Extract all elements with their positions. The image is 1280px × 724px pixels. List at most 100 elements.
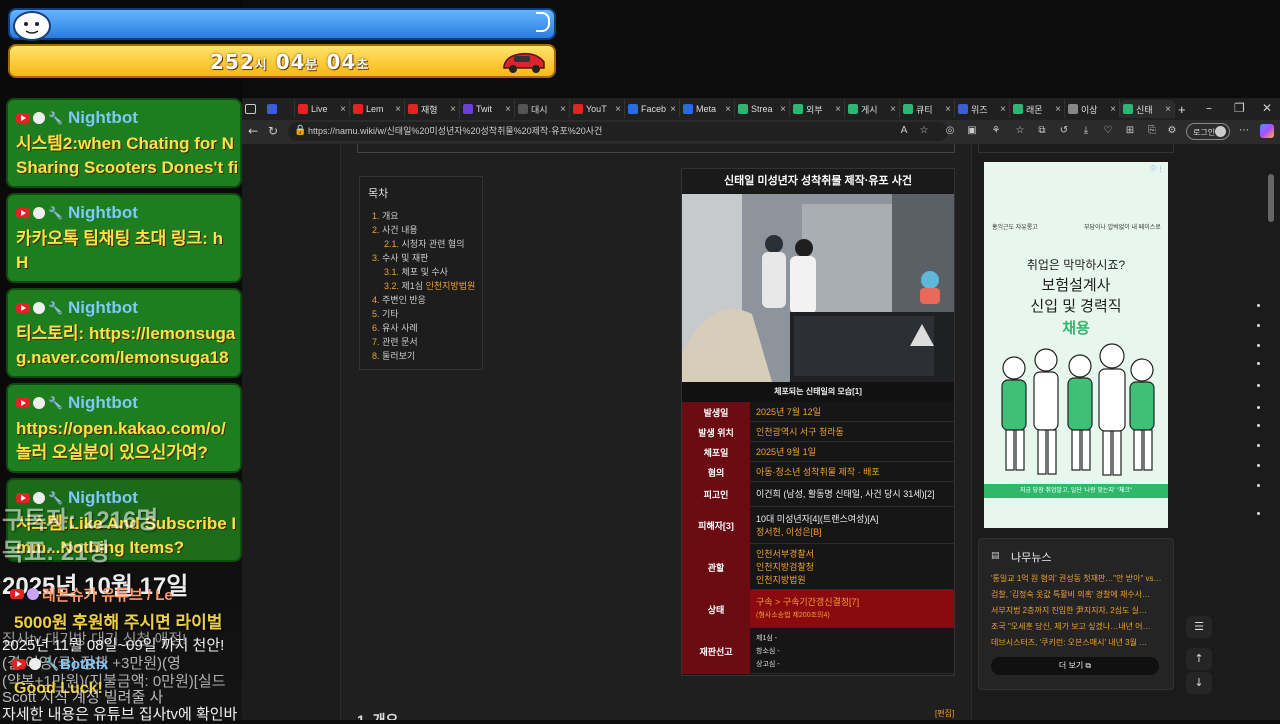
refresh-icon[interactable]: ↻ bbox=[268, 124, 278, 138]
toc-item[interactable]: 3.2. 제1심 인천지방법원 bbox=[384, 279, 475, 292]
tab-favicon-icon bbox=[353, 104, 363, 114]
scroll-up-icon[interactable]: ↑ bbox=[1186, 648, 1212, 670]
download-icon[interactable]: ⤓ bbox=[1080, 125, 1092, 137]
toc-item[interactable]: 1. 개요 bbox=[372, 209, 399, 222]
toc-list-icon[interactable]: ☰ bbox=[1186, 616, 1212, 638]
tab-close-icon[interactable]: × bbox=[340, 104, 346, 115]
apps-icon[interactable]: ⊞ bbox=[1124, 125, 1136, 137]
screenshot-icon[interactable]: ⎘ bbox=[1146, 125, 1158, 137]
tab-close-icon[interactable]: × bbox=[945, 104, 951, 115]
extension-icon[interactable]: ◎ bbox=[944, 125, 956, 137]
toc-item[interactable]: 2.1. 시청자 관련 혐의 bbox=[384, 237, 465, 250]
tab-close-icon[interactable]: × bbox=[1000, 104, 1006, 115]
infobox-value[interactable]: 제1심 - 항소심 - 상고심 - bbox=[756, 628, 952, 674]
infobox-value-line: 10대 미성년자[4](트랜스여성)[A] bbox=[756, 513, 879, 524]
toc-item[interactable]: 5. 기타 bbox=[372, 307, 399, 320]
toc-item[interactable]: 7. 관련 문서 bbox=[372, 335, 418, 348]
more-options-icon[interactable]: ⋯ bbox=[1238, 125, 1250, 137]
tab-close-icon[interactable]: × bbox=[615, 104, 621, 115]
toc-item[interactable]: 3.1. 체포 및 수사 bbox=[384, 265, 448, 278]
browser-tab[interactable]: YouT × bbox=[570, 100, 625, 118]
ad-cta[interactable]: 지금 당장 취업말고, 일단 '나랑 맞는지' "체크" bbox=[984, 484, 1168, 498]
tab-close-icon[interactable]: × bbox=[780, 104, 786, 115]
browser-tab[interactable]: 래몬 × bbox=[1010, 100, 1065, 118]
close-icon[interactable]: ✕ bbox=[1262, 101, 1272, 115]
browser-tab[interactable]: 외부 × bbox=[790, 100, 845, 118]
tab-close-icon[interactable]: × bbox=[890, 104, 896, 115]
puzzle-icon[interactable]: ▣ bbox=[966, 125, 978, 137]
lock-icon[interactable]: 🔒 bbox=[294, 125, 306, 137]
history-icon[interactable]: ↺ bbox=[1058, 125, 1070, 137]
toc-number: 5. bbox=[372, 309, 380, 319]
settings-icon[interactable]: ⚙ bbox=[1166, 125, 1178, 137]
ad-info-icon[interactable]: ⓘ ⋮ bbox=[1150, 164, 1164, 173]
infobox-value[interactable]: 아동·청소년 성착취물 제작 · 배포 bbox=[756, 462, 952, 482]
scroll-down-icon[interactable]: ↓ bbox=[1186, 672, 1212, 694]
collections-icon[interactable]: ⧉ bbox=[1036, 125, 1048, 137]
infobox-value[interactable]: 인천서부경찰서 인천지방검찰청 인천지방법원 bbox=[756, 544, 952, 590]
infobox-value[interactable]: 10대 미성년자[4](트랜스여성)[A] 정서현, 이성은[B] bbox=[756, 507, 952, 544]
infobox-value[interactable]: 인천광역시 서구 청라동 bbox=[756, 422, 952, 442]
browser-tab[interactable]: 재형 × bbox=[405, 100, 460, 118]
browser-tab[interactable]: 신태 × bbox=[1120, 100, 1175, 118]
tab-close-icon[interactable]: × bbox=[670, 104, 676, 115]
news-item[interactable]: 조국 "오세훈 당신, 제가 보고 싶겠나…내년 어… bbox=[991, 621, 1167, 632]
infobox-label: 발생 위치 bbox=[682, 422, 750, 442]
copilot-icon[interactable] bbox=[1260, 124, 1274, 138]
browser-tab[interactable]: Strea × bbox=[735, 100, 790, 118]
tab-actions-icon[interactable] bbox=[242, 100, 264, 118]
read-aloud-icon[interactable]: A bbox=[898, 125, 910, 137]
toc-item[interactable]: 8. 둘러보기 bbox=[372, 349, 415, 362]
translate-icon[interactable]: ⚘ bbox=[990, 125, 1002, 137]
infobox-value[interactable]: 2025년 7월 12일 bbox=[756, 402, 952, 422]
browser-tab[interactable]: Live × bbox=[295, 100, 350, 118]
infobox-value[interactable]: 2025년 9월 1일 bbox=[756, 442, 952, 462]
tab-close-icon[interactable]: × bbox=[1165, 104, 1171, 115]
tab-close-icon[interactable]: × bbox=[835, 104, 841, 115]
news-item[interactable]: 검찰, '김정숙 옷값 특활비 의혹' 경찰에 재수사… bbox=[991, 589, 1167, 600]
sync-icon[interactable]: ♡ bbox=[1102, 125, 1114, 137]
browser-tab[interactable]: Meta × bbox=[680, 100, 735, 118]
browser-tab[interactable]: Lem × bbox=[350, 100, 405, 118]
toc-item[interactable]: 6. 유사 사례 bbox=[372, 321, 418, 334]
login-button[interactable]: 로그인 bbox=[1186, 123, 1230, 140]
infobox-value[interactable]: 이건희 (남성, 활동명 신태일, 사건 당시 31세)[2] bbox=[756, 482, 952, 507]
toc-item[interactable]: 2. 사건 내용 bbox=[372, 223, 418, 236]
toc-link[interactable]: 인천지방법원 bbox=[426, 281, 476, 291]
browser-tab[interactable]: 대시 × bbox=[515, 100, 570, 118]
favorite-star-icon[interactable]: ☆ bbox=[918, 125, 930, 137]
chat-message: 🔧 Nightbot 카카오톡 팀채팅 초대 링크: h H bbox=[6, 193, 242, 283]
edit-link[interactable]: [편집] bbox=[935, 708, 954, 719]
browser-tab[interactable]: 위즈 × bbox=[955, 100, 1010, 118]
tab-close-icon[interactable]: × bbox=[1110, 104, 1116, 115]
browser-tab[interactable] bbox=[264, 100, 295, 118]
tab-close-icon[interactable]: × bbox=[1055, 104, 1061, 115]
browser-tab[interactable]: 큐티 × bbox=[900, 100, 955, 118]
browser-tab[interactable]: 게시 × bbox=[845, 100, 900, 118]
toc-item[interactable]: 4. 주변인 반응 bbox=[372, 293, 426, 306]
infobox-value[interactable]: 구속 > 구속기간갱신결정[7] (형사소송법 제200조의4) bbox=[756, 590, 952, 628]
news-item[interactable]: 데브시스터즈, '쿠키런: 오븐스매시' 내년 3월 … bbox=[991, 637, 1167, 648]
browser-tab[interactable]: 이상 × bbox=[1065, 100, 1120, 118]
toc-item[interactable]: 3. 수사 및 재판 bbox=[372, 251, 428, 264]
infobox-photo[interactable] bbox=[682, 194, 954, 382]
scrollbar-thumb[interactable] bbox=[1268, 174, 1274, 222]
tab-close-icon[interactable]: × bbox=[395, 104, 401, 115]
url-field[interactable]: https://namu.wiki/w/신태일%20미성년자%20성착취물%20… bbox=[288, 122, 948, 141]
tab-close-icon[interactable]: × bbox=[450, 104, 456, 115]
news-item[interactable]: '통일교 1억 원 혐의' 권성동 첫재판…"안 받아" vs… bbox=[991, 573, 1167, 584]
news-item[interactable]: 서부지법 2층까지 진입한 尹지지자, 2심도 실… bbox=[991, 605, 1167, 616]
new-tab-button[interactable]: + bbox=[1175, 100, 1189, 118]
back-icon[interactable]: ← bbox=[248, 124, 258, 138]
more-news-button[interactable]: 더 보기 ⧉ bbox=[991, 657, 1159, 675]
tab-close-icon[interactable]: × bbox=[725, 104, 731, 115]
ad-banner[interactable]: ⓘ ⋮ 홍익근도 자유롱고 부담이나 압박없이 내 페이스로 취업은 막막하시죠… bbox=[984, 162, 1168, 528]
browser-tab[interactable]: Twit × bbox=[460, 100, 515, 118]
browser-tab[interactable]: Faceb × bbox=[625, 100, 680, 118]
favorites-icon[interactable]: ☆ bbox=[1014, 125, 1026, 137]
restore-icon[interactable]: ❐ bbox=[1234, 101, 1245, 115]
tab-label: 신태 bbox=[1136, 104, 1153, 115]
minimize-icon[interactable]: – bbox=[1206, 101, 1212, 115]
tab-close-icon[interactable]: × bbox=[560, 104, 566, 115]
tab-close-icon[interactable]: × bbox=[505, 104, 511, 115]
